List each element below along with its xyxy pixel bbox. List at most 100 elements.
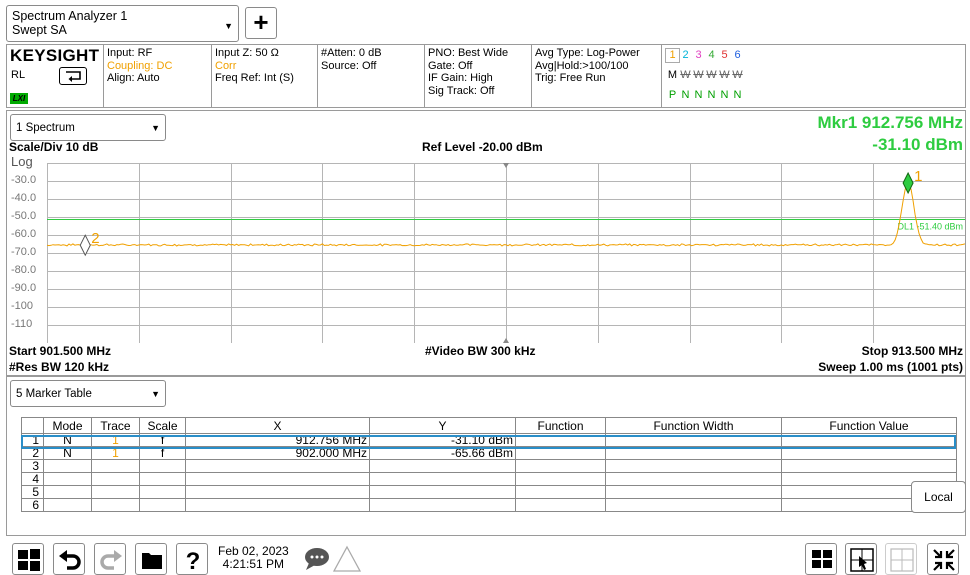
cell-x: 912.756 MHz [185, 433, 370, 447]
spectrum-window[interactable]: 1 Spectrum ▼ Mkr1 912.756 MHz -31.10 dBm… [6, 110, 966, 376]
layout-grid-icon [810, 550, 834, 568]
local-button[interactable]: Local [911, 481, 966, 513]
marker-1-label: 1 [914, 168, 922, 185]
table-window-select-dropdown[interactable]: 5 Marker Table ▼ [10, 380, 166, 407]
column-header[interactable]: Trace [91, 417, 140, 434]
trace-number-2[interactable]: 2 [679, 49, 692, 62]
if-gain-setting: IF Gain: High [428, 72, 493, 84]
current-time: 4:21:51 PM [222, 557, 285, 571]
cell-mode: N [43, 446, 92, 460]
column-header[interactable]: Function Value [781, 417, 957, 434]
trace-number-6[interactable]: 6 [731, 49, 744, 62]
scale-per-div-label: Scale/Div 10 dB [9, 140, 99, 154]
help-icon: ? [186, 548, 201, 573]
cell-mode: N [43, 433, 92, 447]
lxi-indicator: LXI [10, 93, 28, 104]
trace-detector-6: N [733, 89, 742, 101]
cell-mode [43, 498, 92, 512]
add-screen-button[interactable]: + [245, 7, 277, 39]
cell-width [605, 433, 782, 447]
cell-trace [91, 485, 140, 499]
mode-select-dropdown[interactable]: Spectrum Analyzer 1 Swept SA ▼ [6, 5, 239, 42]
table-row[interactable]: 5 [21, 485, 957, 499]
marker-table: Mode Trace Scale X Y Function Function Width Fu… [21, 417, 957, 512]
bottom-toolbar: ? Feb 02, 2023 4:21:51 PM [0, 540, 970, 575]
top-bar: Spectrum Analyzer 1 Swept SA ▼ + [0, 0, 970, 44]
windows-start-button[interactable] [12, 543, 44, 575]
table-row[interactable]: 1 N 1 f 912.756 MHz -31.10 dBm [21, 433, 957, 447]
brand-column: KEYSIGHT RL LXI [7, 45, 104, 107]
avg-type-setting: Avg Type: Log-Power [535, 47, 640, 59]
column-header[interactable]: Function Width [605, 417, 782, 434]
spectrum-plot[interactable]: DL1 -51.40 dBm 1 2 [47, 163, 965, 343]
column-header[interactable]: Scale [139, 417, 186, 434]
multi-view-button[interactable] [885, 543, 917, 575]
cell-x: 902.000 MHz [185, 446, 370, 460]
grid-icon [890, 548, 914, 572]
trace-numbers-row: 123456 [665, 48, 744, 63]
table-row[interactable]: 3 [21, 459, 957, 473]
trace-detectors-row: PNNNNN [666, 89, 744, 102]
trace-number-5[interactable]: 5 [718, 49, 731, 62]
column-header[interactable]: Y [369, 417, 516, 434]
file-button[interactable] [135, 543, 167, 575]
table-row[interactable]: 6 [21, 498, 957, 512]
redo-button[interactable] [94, 543, 126, 575]
trace-type-4: W [706, 69, 717, 81]
input-z-setting: Input Z: 50 Ω [215, 47, 279, 59]
center-arrow-top [503, 163, 509, 168]
cell-mode [43, 485, 92, 499]
column-header[interactable] [21, 417, 44, 434]
table-row[interactable]: 2 N 1 f 902.000 MHz -65.66 dBm [21, 446, 957, 460]
folder-icon [142, 553, 162, 569]
trace-settings-column[interactable]: 123456 MWWWWW PNNNNN [662, 45, 964, 107]
column-header[interactable]: X [185, 417, 370, 434]
cell-idx: 1 [21, 433, 44, 447]
touch-button[interactable] [845, 543, 877, 575]
cell-y: -65.66 dBm [369, 446, 516, 460]
minimize-button[interactable] [927, 543, 959, 575]
message-icon[interactable] [303, 546, 331, 572]
loop-icon[interactable] [59, 67, 87, 85]
column-header[interactable]: Function [515, 417, 606, 434]
table-window-label: 5 Marker Table [16, 388, 92, 400]
touch-icon [850, 548, 874, 572]
layout-button[interactable] [805, 543, 837, 575]
undo-icon [59, 550, 81, 570]
bandwidth-settings-column[interactable]: PNO: Best Wide Gate: Off IF Gain: High S… [425, 45, 532, 107]
y-tick-label: -70.0 [11, 246, 37, 258]
help-button[interactable]: ? [176, 543, 208, 575]
window-label: 1 Spectrum [16, 122, 75, 134]
trace-number-3[interactable]: 3 [692, 49, 705, 62]
dropdown-caret-icon: ▼ [224, 21, 233, 31]
cell-idx: 6 [21, 498, 44, 512]
svg-text:?: ? [186, 548, 201, 573]
column-header[interactable]: Mode [43, 417, 92, 434]
cell-y [369, 485, 516, 499]
warning-icon[interactable] [333, 545, 361, 573]
trace-number-4[interactable]: 4 [705, 49, 718, 62]
trace-detector-5: N [720, 89, 729, 101]
table-header-row: Mode Trace Scale X Y Function Function Width Fu… [21, 417, 957, 434]
attenuation-settings-column[interactable]: #Atten: 0 dB Source: Off [318, 45, 425, 107]
marker-table-window[interactable]: 5 Marker Table ▼ Mode Trace Scale X Y Functio… [6, 376, 966, 536]
window-select-dropdown[interactable]: 1 Spectrum ▼ [10, 114, 166, 141]
rl-indicator: RL [11, 69, 26, 81]
average-settings-column[interactable]: Avg Type: Log-Power Avg|Hold:>100/100 Tr… [532, 45, 662, 107]
date-time-display: Feb 02, 2023 4:21:51 PM [218, 545, 289, 571]
freq-ref-setting: Freq Ref: Int (S) [215, 72, 294, 84]
marker-frequency-readout: Mkr1 912.756 MHz [817, 113, 963, 132]
trace-detector-2: N [681, 89, 690, 101]
undo-button[interactable] [53, 543, 85, 575]
trace-number-1[interactable]: 1 [665, 48, 680, 63]
corr-setting: Corr [215, 59, 237, 72]
log-scale-label: Log [11, 154, 33, 169]
center-arrow-bottom [503, 338, 509, 343]
cell-func [515, 433, 606, 447]
impedance-settings-column[interactable]: Input Z: 50 Ω Corr Freq Ref: Int (S) [212, 45, 318, 107]
table-row[interactable]: 4 [21, 472, 957, 486]
marker-amplitude-readout: -31.10 dBm [872, 135, 963, 154]
input-settings-column[interactable]: Input: RF Coupling: DC Align: Auto [104, 45, 212, 107]
settings-panel: KEYSIGHT RL LXI Input: RF Coupling: DC A… [6, 44, 966, 108]
cell-trace [91, 472, 140, 486]
